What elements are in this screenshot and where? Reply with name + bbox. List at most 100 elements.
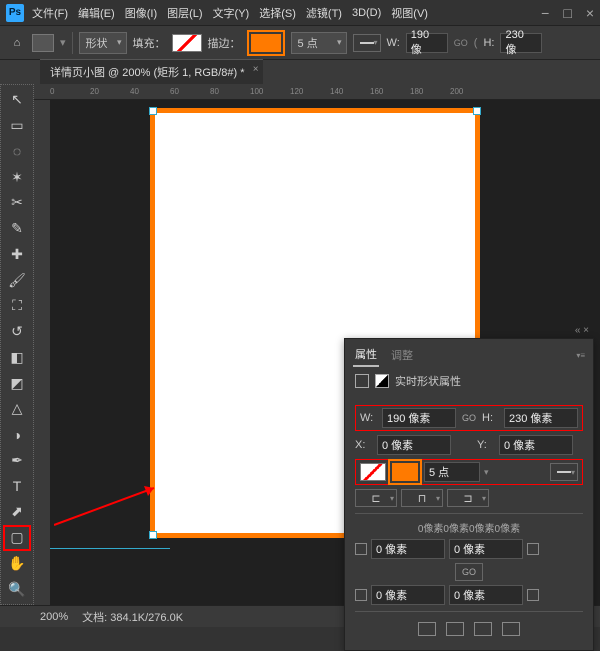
prop-x-input[interactable]: 0 像素 (377, 435, 451, 455)
window-minimize-icon[interactable]: − (541, 5, 549, 21)
path-select-tool[interactable]: ⬈ (5, 501, 29, 523)
panel-collapse-icon[interactable]: « × (575, 325, 589, 336)
stroke-swatch[interactable] (251, 34, 281, 52)
menu-image[interactable]: 图像(I) (125, 5, 157, 21)
prop-y-input[interactable]: 0 像素 (499, 435, 573, 455)
menu-edit[interactable]: 编辑(E) (78, 5, 115, 21)
align-1-icon[interactable] (418, 622, 436, 636)
gradient-tool[interactable]: ◩ (5, 372, 29, 394)
crop-tool[interactable]: ✂ (5, 192, 29, 214)
options-bar: ⌂ ▾ 形状 填充： 描边： 5 点 W: 190 像 GO ( H: 230 … (0, 26, 600, 60)
properties-panel: « × 属性 调整 ▾≡ 实时形状属性 W: 190 像素 GO H: 230 … (344, 338, 594, 651)
radius-summary: 0像素0像素0像素0像素 (355, 520, 583, 535)
stroke-label: 描边： (208, 35, 241, 51)
menu-file[interactable]: 文件(F) (32, 5, 68, 21)
height-label: H: (483, 37, 494, 49)
dodge-tool[interactable]: ◑ (5, 424, 29, 446)
fill-label: 填充： (133, 35, 166, 51)
join-dropdown[interactable]: ⊐ (447, 489, 489, 507)
tool-column: ↖ ▭ ◌ ✶ ✂ ✎ ✚ 🖌 ⛶ ↺ ◧ ◩ △ ◑ ✒ T ⬈ ▢ ✋ 🔍 (0, 84, 34, 605)
wh-link-icon[interactable]: GO (454, 38, 468, 48)
blur-tool[interactable]: △ (5, 398, 29, 420)
radius-bl-input[interactable]: 0 像素 (371, 585, 445, 605)
align-edge-dropdown[interactable]: ⊏ (355, 489, 397, 507)
cap-dropdown[interactable]: ⊓ (401, 489, 443, 507)
wh-link-icon[interactable]: GO (460, 409, 478, 427)
lasso-tool[interactable]: ◌ (5, 141, 29, 163)
stroke-size-dropdown[interactable]: 5 点 (291, 32, 347, 54)
mask-icon (375, 374, 389, 388)
handle-top-right[interactable] (473, 107, 481, 115)
home-icon[interactable]: ⌂ (8, 34, 26, 52)
prop-stroke-swatch[interactable] (392, 463, 418, 481)
stamp-tool[interactable]: ⛶ (5, 295, 29, 317)
radius-tl-input[interactable]: 0 像素 (371, 539, 445, 559)
height-input[interactable]: 230 像 (500, 33, 542, 53)
handle-top-left[interactable] (149, 107, 157, 115)
eraser-tool[interactable]: ◧ (5, 347, 29, 369)
shape-mode-dropdown[interactable]: 形状 (79, 32, 127, 54)
stroke-dash-dropdown[interactable] (353, 34, 381, 52)
menu-select[interactable]: 选择(S) (259, 5, 296, 21)
radius-tr-input[interactable]: 0 像素 (449, 539, 523, 559)
preset-swatch[interactable] (32, 34, 54, 52)
prop-w-input[interactable]: 190 像素 (382, 408, 456, 428)
pen-tool[interactable]: ✒ (5, 450, 29, 472)
annotation-arrow (54, 480, 164, 530)
filesize-value: 384.1K/276.0K (110, 612, 183, 624)
prop-stroke-size-input[interactable]: 5 点 (424, 462, 480, 482)
handle-bottom-left[interactable] (149, 531, 157, 539)
window-close-icon[interactable]: × (586, 5, 594, 21)
radius-tl-toggle[interactable] (355, 543, 367, 555)
workspace: ↖ ▭ ◌ ✶ ✂ ✎ ✚ 🖌 ⛶ ↺ ◧ ◩ △ ◑ ✒ T ⬈ ▢ ✋ 🔍 … (0, 84, 600, 605)
prop-fill-swatch[interactable] (360, 463, 386, 481)
quick-select-tool[interactable]: ✶ (5, 166, 29, 188)
radius-bl-toggle[interactable] (355, 589, 367, 601)
divider (72, 32, 73, 54)
menu-view[interactable]: 视图(V) (391, 5, 428, 21)
tab-adjustments[interactable]: 调整 (389, 344, 415, 366)
tab-properties[interactable]: 属性 (353, 343, 379, 367)
app-logo: Ps (6, 4, 24, 22)
eyedropper-tool[interactable]: ✎ (5, 218, 29, 240)
tab-close-icon[interactable]: × (253, 64, 259, 75)
align-4-icon[interactable] (502, 622, 520, 636)
align-2-icon[interactable] (446, 622, 464, 636)
align-3-icon[interactable] (474, 622, 492, 636)
prop-stroke-dash-dropdown[interactable] (550, 463, 578, 481)
filesize-label: 文档: (82, 612, 107, 624)
history-brush-tool[interactable]: ↺ (5, 321, 29, 343)
prop-y-label: Y: (477, 439, 495, 451)
brush-tool[interactable]: 🖌 (5, 269, 29, 291)
menu-bar: Ps 文件(F) 编辑(E) 图像(I) 图层(L) 文字(Y) 选择(S) 滤… (0, 0, 600, 26)
panel-title: 实时形状属性 (395, 373, 461, 389)
vertical-ruler (34, 100, 50, 605)
radius-br-toggle[interactable] (527, 589, 539, 601)
marquee-tool[interactable]: ▭ (5, 115, 29, 137)
prop-x-label: X: (355, 439, 373, 451)
radius-tr-toggle[interactable] (527, 543, 539, 555)
zoom-level[interactable]: 200% (40, 611, 68, 623)
prop-h-input[interactable]: 230 像素 (504, 408, 578, 428)
type-tool[interactable]: T (5, 475, 29, 497)
document-tab[interactable]: 详情页小图 @ 200% (矩形 1, RGB/8#) * × (40, 59, 263, 84)
menu-3d[interactable]: 3D(D) (352, 7, 381, 19)
hand-tool[interactable]: ✋ (5, 553, 29, 575)
prop-w-label: W: (360, 412, 378, 424)
width-input[interactable]: 190 像 (406, 33, 448, 53)
doc-tab-row: 详情页小图 @ 200% (矩形 1, RGB/8#) * × (0, 60, 600, 84)
fill-swatch[interactable] (172, 34, 202, 52)
rectangle-tool[interactable]: ▢ (5, 527, 29, 549)
menu-type[interactable]: 文字(Y) (213, 5, 250, 21)
panel-menu-icon[interactable]: ▾≡ (576, 351, 585, 360)
zoom-tool[interactable]: 🔍 (5, 578, 29, 600)
move-tool[interactable]: ↖ (5, 89, 29, 111)
window-restore-icon[interactable]: □ (563, 5, 571, 21)
prop-h-label: H: (482, 412, 500, 424)
radius-br-input[interactable]: 0 像素 (449, 585, 523, 605)
document-tab-label: 详情页小图 @ 200% (矩形 1, RGB/8#) * (50, 67, 245, 79)
radius-link-icon[interactable]: GO (455, 563, 483, 581)
menu-filter[interactable]: 滤镜(T) (306, 5, 342, 21)
menu-layer[interactable]: 图层(L) (167, 5, 202, 21)
heal-tool[interactable]: ✚ (5, 244, 29, 266)
